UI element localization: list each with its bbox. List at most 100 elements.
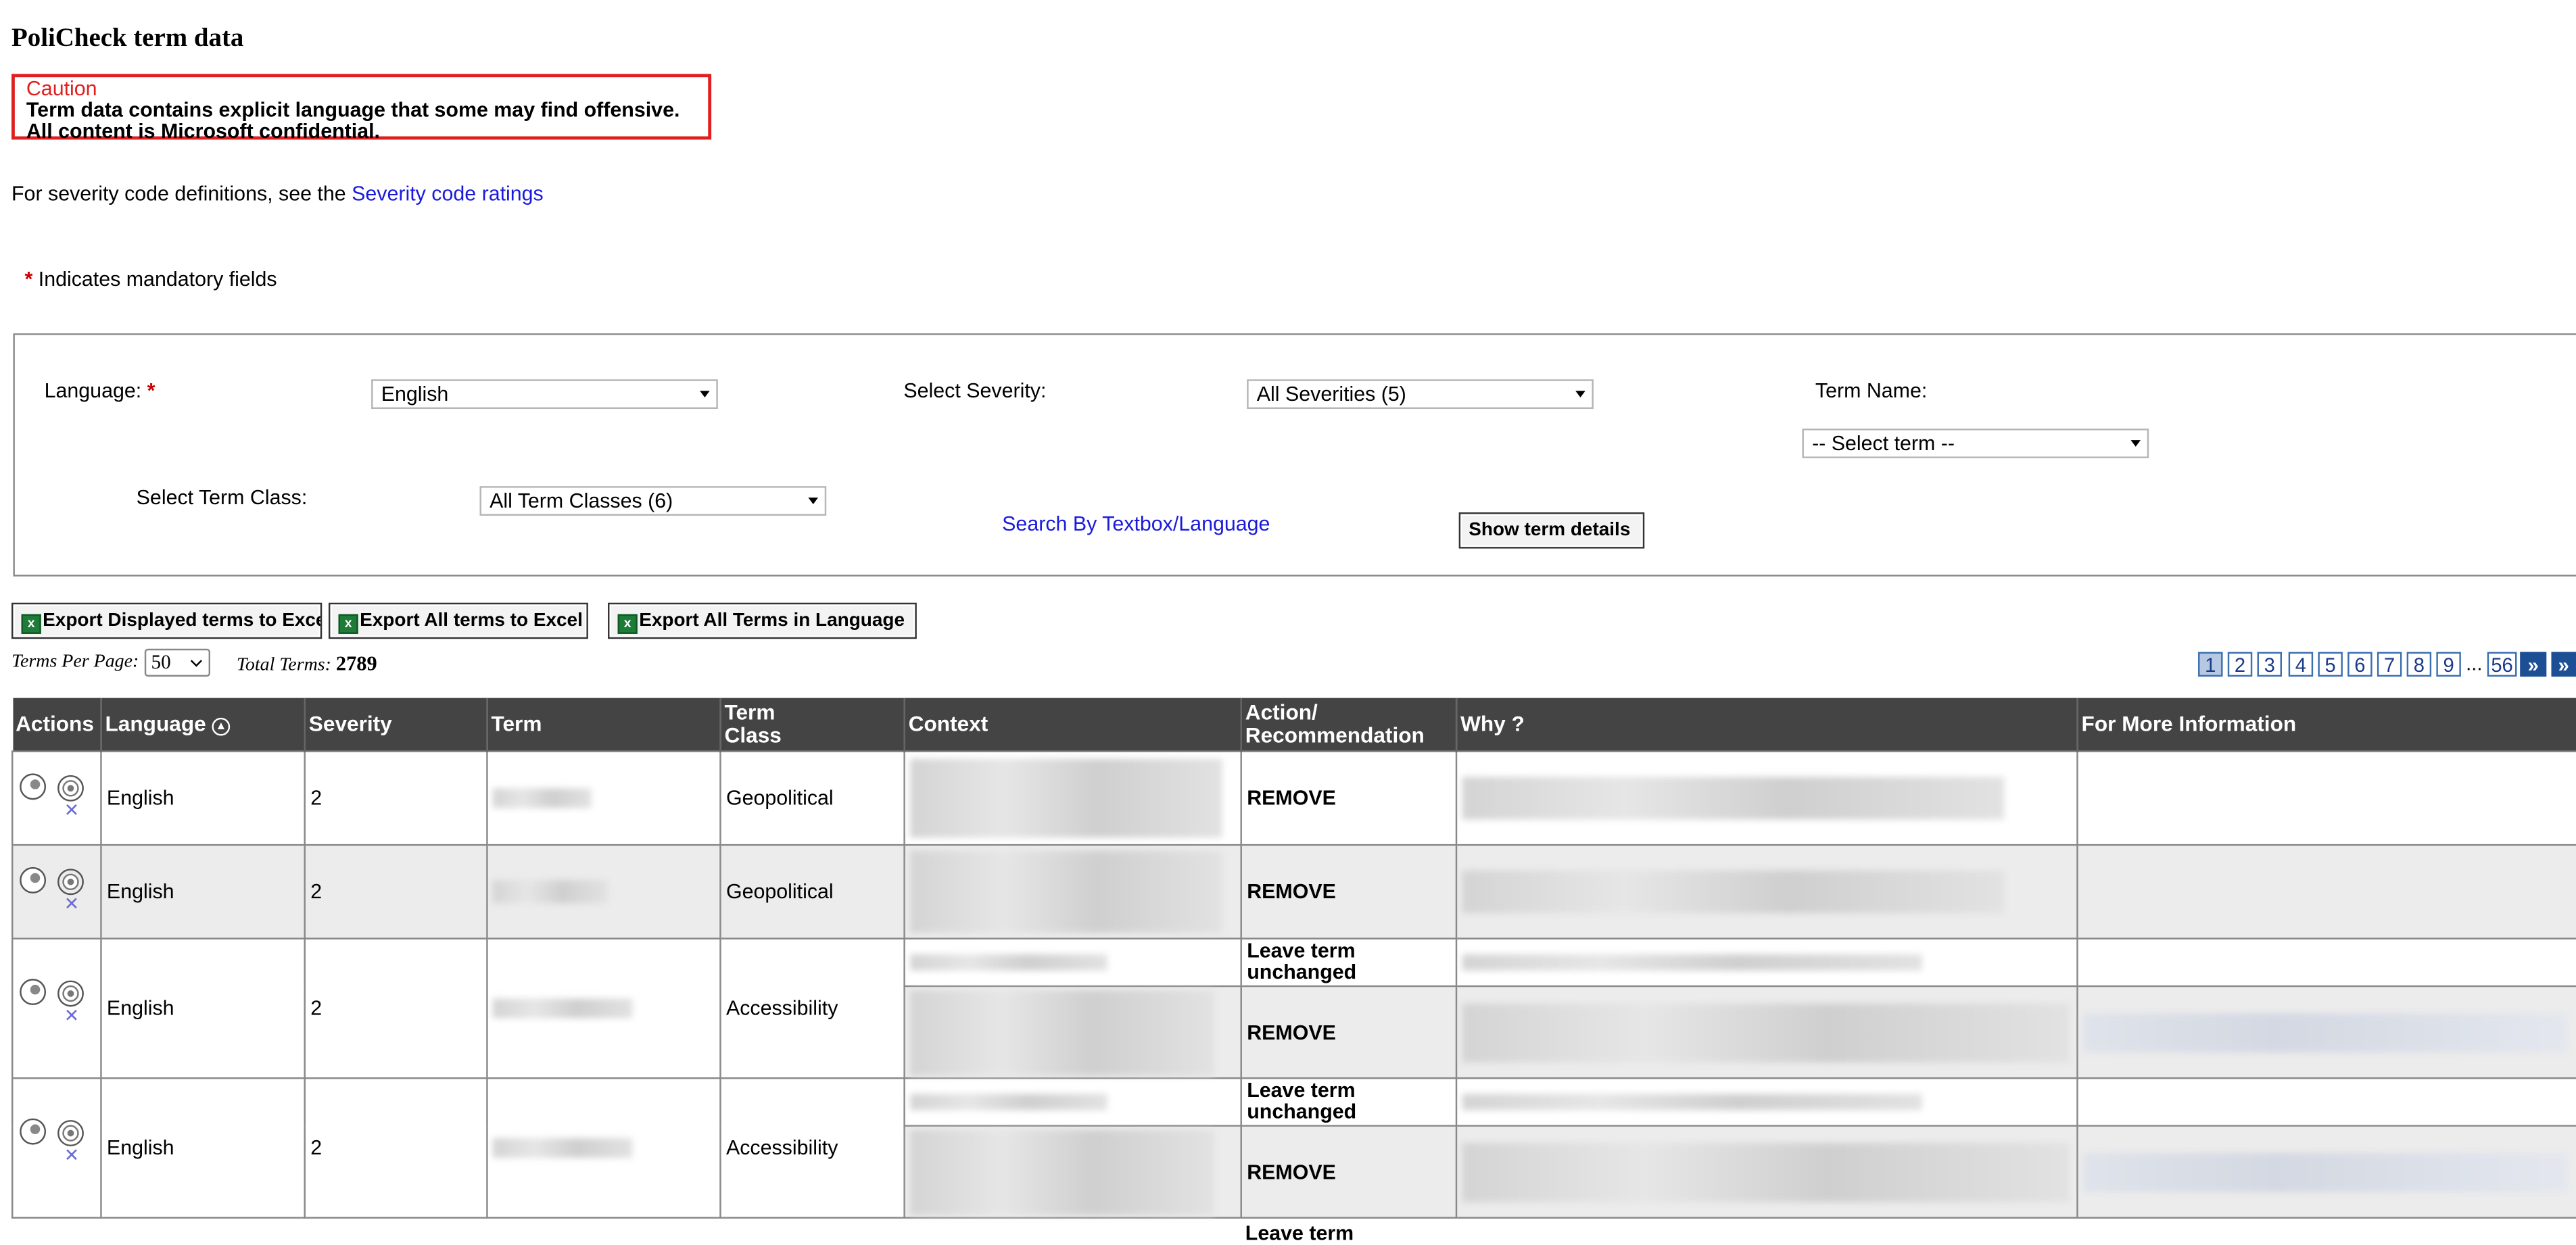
edit-icon[interactable] xyxy=(20,773,47,800)
page-56[interactable]: 56 xyxy=(2487,652,2517,677)
export-all-button[interactable]: x Export All terms to Excel xyxy=(328,602,588,639)
terms-per-page-label: Terms Per Page: xyxy=(11,652,139,672)
redacted-term xyxy=(492,880,609,904)
cell-more-info xyxy=(2076,1125,2576,1219)
language-select[interactable]: English xyxy=(371,379,718,410)
redacted-why xyxy=(1462,1142,2070,1202)
mandatory-star: * xyxy=(147,379,156,403)
redacted-why xyxy=(1462,1002,2070,1062)
edit-icon[interactable] xyxy=(20,866,47,894)
page-5[interactable]: 5 xyxy=(2318,652,2343,677)
edit-icon[interactable] xyxy=(20,1118,47,1145)
excel-icon: x xyxy=(338,614,358,634)
dropdown-arrow-icon xyxy=(700,391,710,398)
redacted-link[interactable] xyxy=(2082,1012,2568,1052)
cell-recommendation: REMOVE xyxy=(1240,750,1458,846)
redacted-context xyxy=(910,1129,1214,1215)
delete-icon[interactable]: ✕ xyxy=(64,1008,84,1026)
row-actions: ✕ xyxy=(11,1077,102,1219)
term-class-select-value: All Term Classes (6) xyxy=(490,489,673,513)
redacted-why xyxy=(1462,870,2005,913)
redacted-context xyxy=(910,850,1222,933)
cell-language: English xyxy=(100,937,306,1079)
cell-severity: 2 xyxy=(304,750,488,846)
header-actions: Actions xyxy=(12,698,102,752)
cell-why xyxy=(1455,1077,2078,1127)
term-name-select[interactable]: -- Select term -- xyxy=(1802,429,2149,458)
page-4[interactable]: 4 xyxy=(2288,652,2314,677)
row-actions: ✕ xyxy=(11,937,102,1079)
export-all-label: Export All terms to Excel xyxy=(360,610,583,631)
sort-up-icon[interactable]: ▲ xyxy=(212,717,231,736)
page-2[interactable]: 2 xyxy=(2227,652,2253,677)
history-icon[interactable] xyxy=(57,869,84,896)
total-terms: Total Terms: 2789 xyxy=(237,652,377,677)
terms-per-page-select[interactable]: 50 xyxy=(144,648,211,677)
cell-recommendation: REMOVE xyxy=(1240,1125,1458,1219)
page-8[interactable]: 8 xyxy=(2406,652,2432,677)
dropdown-arrow-icon xyxy=(808,497,819,504)
language-label-text: Language: xyxy=(44,379,142,403)
cell-severity: 2 xyxy=(304,937,488,1079)
language-select-value: English xyxy=(381,383,449,406)
redacted-context xyxy=(910,989,1214,1075)
next-row-cutoff: Leave term xyxy=(1245,1221,1354,1245)
page-9[interactable]: 9 xyxy=(2436,652,2461,677)
cell-more-info xyxy=(2076,750,2576,846)
chevron-down-icon xyxy=(190,655,202,667)
redacted-link[interactable] xyxy=(2082,1152,2568,1192)
cell-why xyxy=(1455,1125,2078,1219)
redacted-context xyxy=(910,1094,1107,1110)
page-title: PoliCheck term data xyxy=(11,24,244,53)
pager-ellipsis: ... xyxy=(2466,652,2483,675)
filter-panel: Language: * English Select Severity: All… xyxy=(13,333,2576,577)
last-page-button[interactable]: » xyxy=(2551,652,2576,677)
caution-line-1: Term data contains explicit language tha… xyxy=(26,98,680,122)
cell-more-info xyxy=(2076,985,2576,1079)
cell-term xyxy=(486,1077,721,1219)
edit-icon[interactable] xyxy=(20,979,47,1006)
severity-code-ratings-link[interactable]: Severity code ratings xyxy=(352,182,544,205)
header-language[interactable]: Language ▲ xyxy=(101,698,306,752)
severity-note: For severity code definitions, see the S… xyxy=(11,182,544,205)
export-all-language-button[interactable]: x Export All Terms in Language xyxy=(608,602,917,639)
cell-context xyxy=(903,937,1242,987)
search-by-textbox-link[interactable]: Search By Textbox/Language xyxy=(1002,512,1270,535)
page-6[interactable]: 6 xyxy=(2347,652,2372,677)
row-actions: ✕ xyxy=(11,844,102,939)
page-1[interactable]: 1 xyxy=(2198,652,2223,677)
delete-icon[interactable]: ✕ xyxy=(64,896,84,914)
cell-more-info xyxy=(2076,937,2576,987)
row-actions: ✕ xyxy=(11,750,102,846)
severity-select[interactable]: All Severities (5) xyxy=(1247,379,1594,410)
header-recommendation: Action/Recommendation xyxy=(1241,698,1458,752)
export-displayed-button[interactable]: x Export Displayed terms to Excel xyxy=(11,602,323,639)
cell-recommendation: Leave term unchanged xyxy=(1240,937,1458,987)
show-term-details-button[interactable]: Show term details xyxy=(1458,512,1645,549)
mandatory-note: * Indicates mandatory fields xyxy=(24,268,277,291)
header-term: Term xyxy=(487,698,721,752)
delete-icon[interactable]: ✕ xyxy=(64,802,84,821)
mandatory-star: * xyxy=(24,268,33,291)
caution-line-2: All content is Microsoft confidential. xyxy=(26,120,381,143)
severity-label: Select Severity: xyxy=(903,379,1047,403)
page-7[interactable]: 7 xyxy=(2377,652,2402,677)
page-3[interactable]: 3 xyxy=(2257,652,2282,677)
next-page-button[interactable]: » xyxy=(2520,652,2547,677)
terms-table: Actions Language ▲ Severity Term Term Cla… xyxy=(11,698,2576,1219)
cell-context xyxy=(903,1077,1242,1127)
term-class-select[interactable]: All Term Classes (6) xyxy=(479,486,827,516)
history-icon[interactable] xyxy=(57,980,84,1007)
header-context: Context xyxy=(904,698,1242,752)
history-icon[interactable] xyxy=(57,775,84,802)
export-displayed-label: Export Displayed terms to Excel xyxy=(43,610,323,631)
history-icon[interactable] xyxy=(57,1120,84,1147)
cell-context xyxy=(903,1125,1242,1219)
cell-severity: 2 xyxy=(304,1077,488,1219)
delete-icon[interactable]: ✕ xyxy=(64,1147,84,1165)
cell-term xyxy=(486,844,721,939)
redacted-term xyxy=(492,1138,633,1158)
redacted-context xyxy=(910,954,1107,971)
cell-term xyxy=(486,937,721,1079)
terms-per-page: Terms Per Page: 50 xyxy=(11,648,211,677)
